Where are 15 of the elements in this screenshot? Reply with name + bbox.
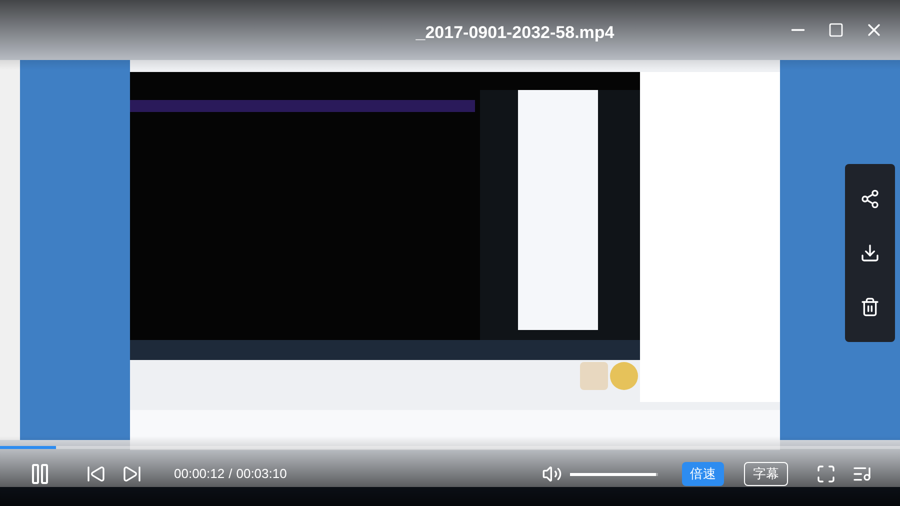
previous-icon[interactable]: [86, 464, 106, 484]
video-title: _2017-0901-2032-58.mp4: [416, 22, 614, 44]
next-icon[interactable]: [122, 464, 142, 484]
subtitle-button[interactable]: 字幕: [744, 462, 788, 486]
current-time: 00:00:12: [174, 465, 225, 484]
maximize-icon[interactable]: [828, 22, 844, 38]
duration: 00:03:10: [236, 465, 287, 484]
download-icon[interactable]: [860, 243, 880, 263]
fullscreen-icon[interactable]: [816, 464, 836, 484]
progress-track[interactable]: [0, 446, 900, 449]
delete-icon[interactable]: [860, 297, 880, 317]
time-separator: /: [228, 465, 232, 484]
share-icon[interactable]: [860, 189, 880, 209]
speed-button[interactable]: 倍速: [682, 462, 724, 486]
volume-icon[interactable]: [542, 464, 562, 484]
